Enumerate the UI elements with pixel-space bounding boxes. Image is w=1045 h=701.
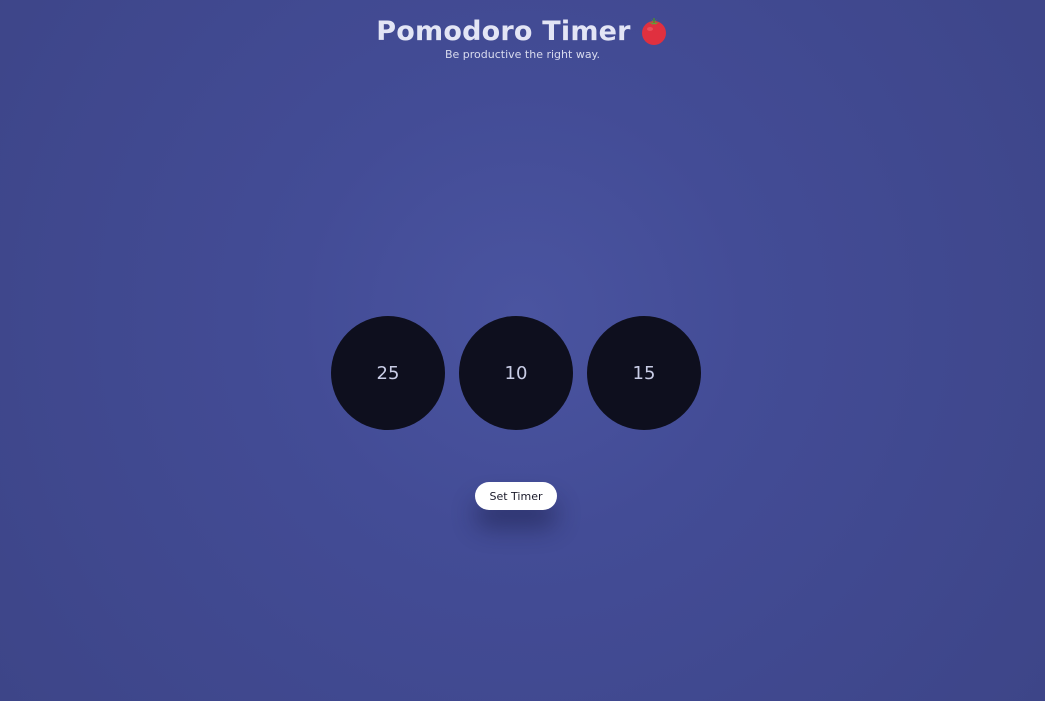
- timer-option-work[interactable]: 25: [331, 316, 445, 430]
- page-title: Pomodoro Timer: [376, 16, 631, 47]
- set-timer-button[interactable]: Set Timer: [475, 482, 557, 510]
- timer-option-value: 15: [632, 362, 656, 384]
- timer-option-short-break[interactable]: 10: [459, 316, 573, 430]
- timer-option-long-break[interactable]: 15: [587, 316, 701, 430]
- tomato-icon: [639, 16, 669, 46]
- timer-option-value: 10: [504, 362, 528, 384]
- timer-options: 25 10 15: [331, 316, 701, 430]
- timer-option-value: 25: [376, 362, 400, 384]
- page-header: Pomodoro Timer Be productive the right w…: [0, 14, 1045, 62]
- page-subtitle: Be productive the right way.: [444, 48, 600, 61]
- title-row: Pomodoro Timer: [376, 14, 668, 50]
